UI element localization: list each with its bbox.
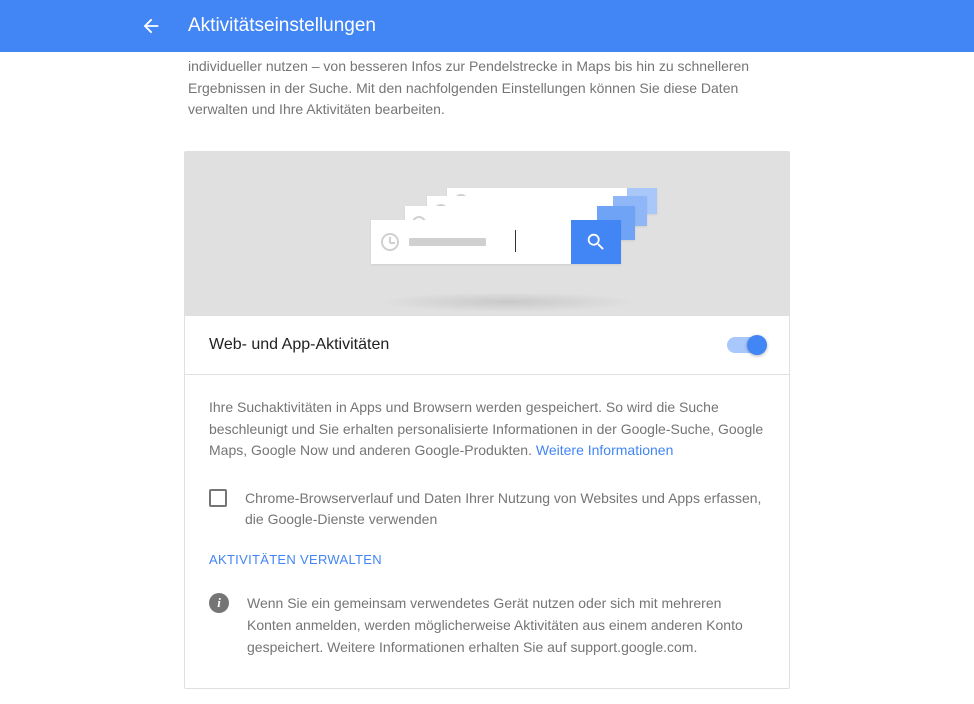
activity-description: Ihre Suchaktivitäten in Apps und Browser… bbox=[209, 397, 764, 462]
intro-text: individueller nutzen – von besseren Info… bbox=[184, 52, 790, 151]
activity-card: Web- und App-Aktivitäten Ihre Suchaktivi… bbox=[184, 151, 790, 689]
search-illustration bbox=[185, 152, 789, 316]
more-info-link[interactable]: Weitere Informationen bbox=[536, 442, 673, 458]
description-text: Ihre Suchaktivitäten in Apps und Browser… bbox=[209, 399, 763, 458]
back-button[interactable] bbox=[22, 15, 162, 37]
info-icon: i bbox=[209, 593, 229, 613]
page-title: Aktivitätseinstellungen bbox=[188, 15, 376, 37]
arrow-left-icon bbox=[140, 15, 162, 37]
chrome-history-label: Chrome-Browserverlauf und Daten Ihrer Nu… bbox=[245, 488, 765, 530]
activity-toggle[interactable] bbox=[727, 337, 765, 353]
section-header: Web- und App-Aktivitäten bbox=[185, 316, 789, 375]
toggle-knob bbox=[747, 335, 767, 355]
main-content: individueller nutzen – von besseren Info… bbox=[0, 52, 974, 689]
app-header: Aktivitätseinstellungen bbox=[0, 0, 974, 52]
manage-activities-link[interactable]: AKTIVITÄTEN VERWALTEN bbox=[209, 552, 382, 567]
info-note: i Wenn Sie ein gemeinsam verwendetes Ger… bbox=[209, 593, 765, 658]
section-title: Web- und App-Aktivitäten bbox=[209, 336, 389, 354]
section-body: Ihre Suchaktivitäten in Apps und Browser… bbox=[185, 375, 789, 688]
chrome-history-checkbox[interactable] bbox=[209, 489, 227, 507]
info-text: Wenn Sie ein gemeinsam verwendetes Gerät… bbox=[247, 593, 765, 658]
chrome-history-option: Chrome-Browserverlauf und Daten Ihrer Nu… bbox=[209, 488, 765, 530]
search-icon bbox=[585, 231, 607, 253]
